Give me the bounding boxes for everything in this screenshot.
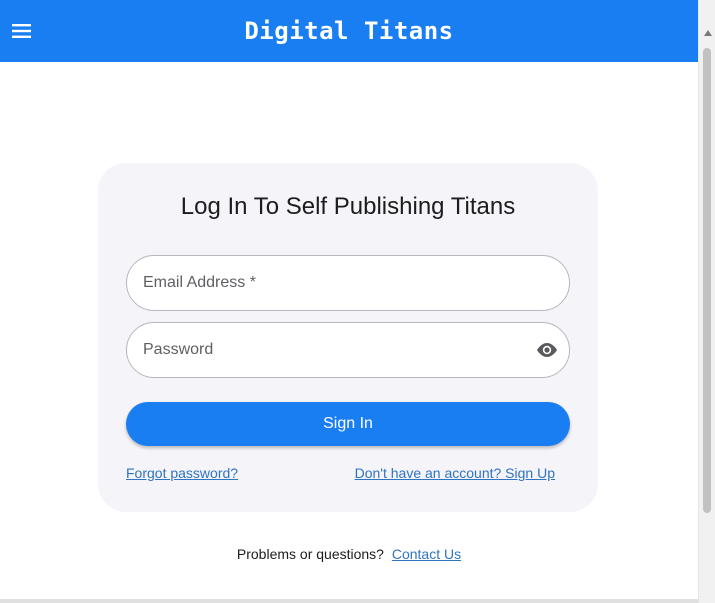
scroll-up-arrow-icon[interactable] <box>704 30 712 36</box>
footer-text: Problems or questions? <box>236 546 384 562</box>
eye-icon[interactable] <box>535 339 559 361</box>
login-card: Log In To Self Publishing Titans Sign In… <box>98 163 598 512</box>
forgot-password-link[interactable]: Forgot password? <box>126 465 238 481</box>
contact-us-link[interactable]: Contact Us <box>392 546 461 562</box>
bottom-edge-divider <box>0 599 698 603</box>
footer: Problems or questions? Contact Us <box>0 546 698 562</box>
sign-up-link[interactable]: Don't have an account? Sign Up <box>355 465 555 481</box>
app-window: Digital Titans Log In To Self Publishing… <box>0 0 715 603</box>
hamburger-menu-icon[interactable] <box>11 20 33 42</box>
vertical-scrollbar[interactable] <box>698 0 715 603</box>
login-title: Log In To Self Publishing Titans <box>180 193 516 220</box>
scrollbar-thumb[interactable] <box>703 48 711 513</box>
email-input[interactable] <box>141 256 521 310</box>
password-input[interactable] <box>141 323 521 377</box>
sign-in-button[interactable]: Sign In <box>126 402 570 446</box>
app-header: Digital Titans <box>0 0 698 62</box>
password-field-container <box>126 322 570 378</box>
email-field-container <box>126 255 570 311</box>
app-title: Digital Titans <box>244 17 454 45</box>
